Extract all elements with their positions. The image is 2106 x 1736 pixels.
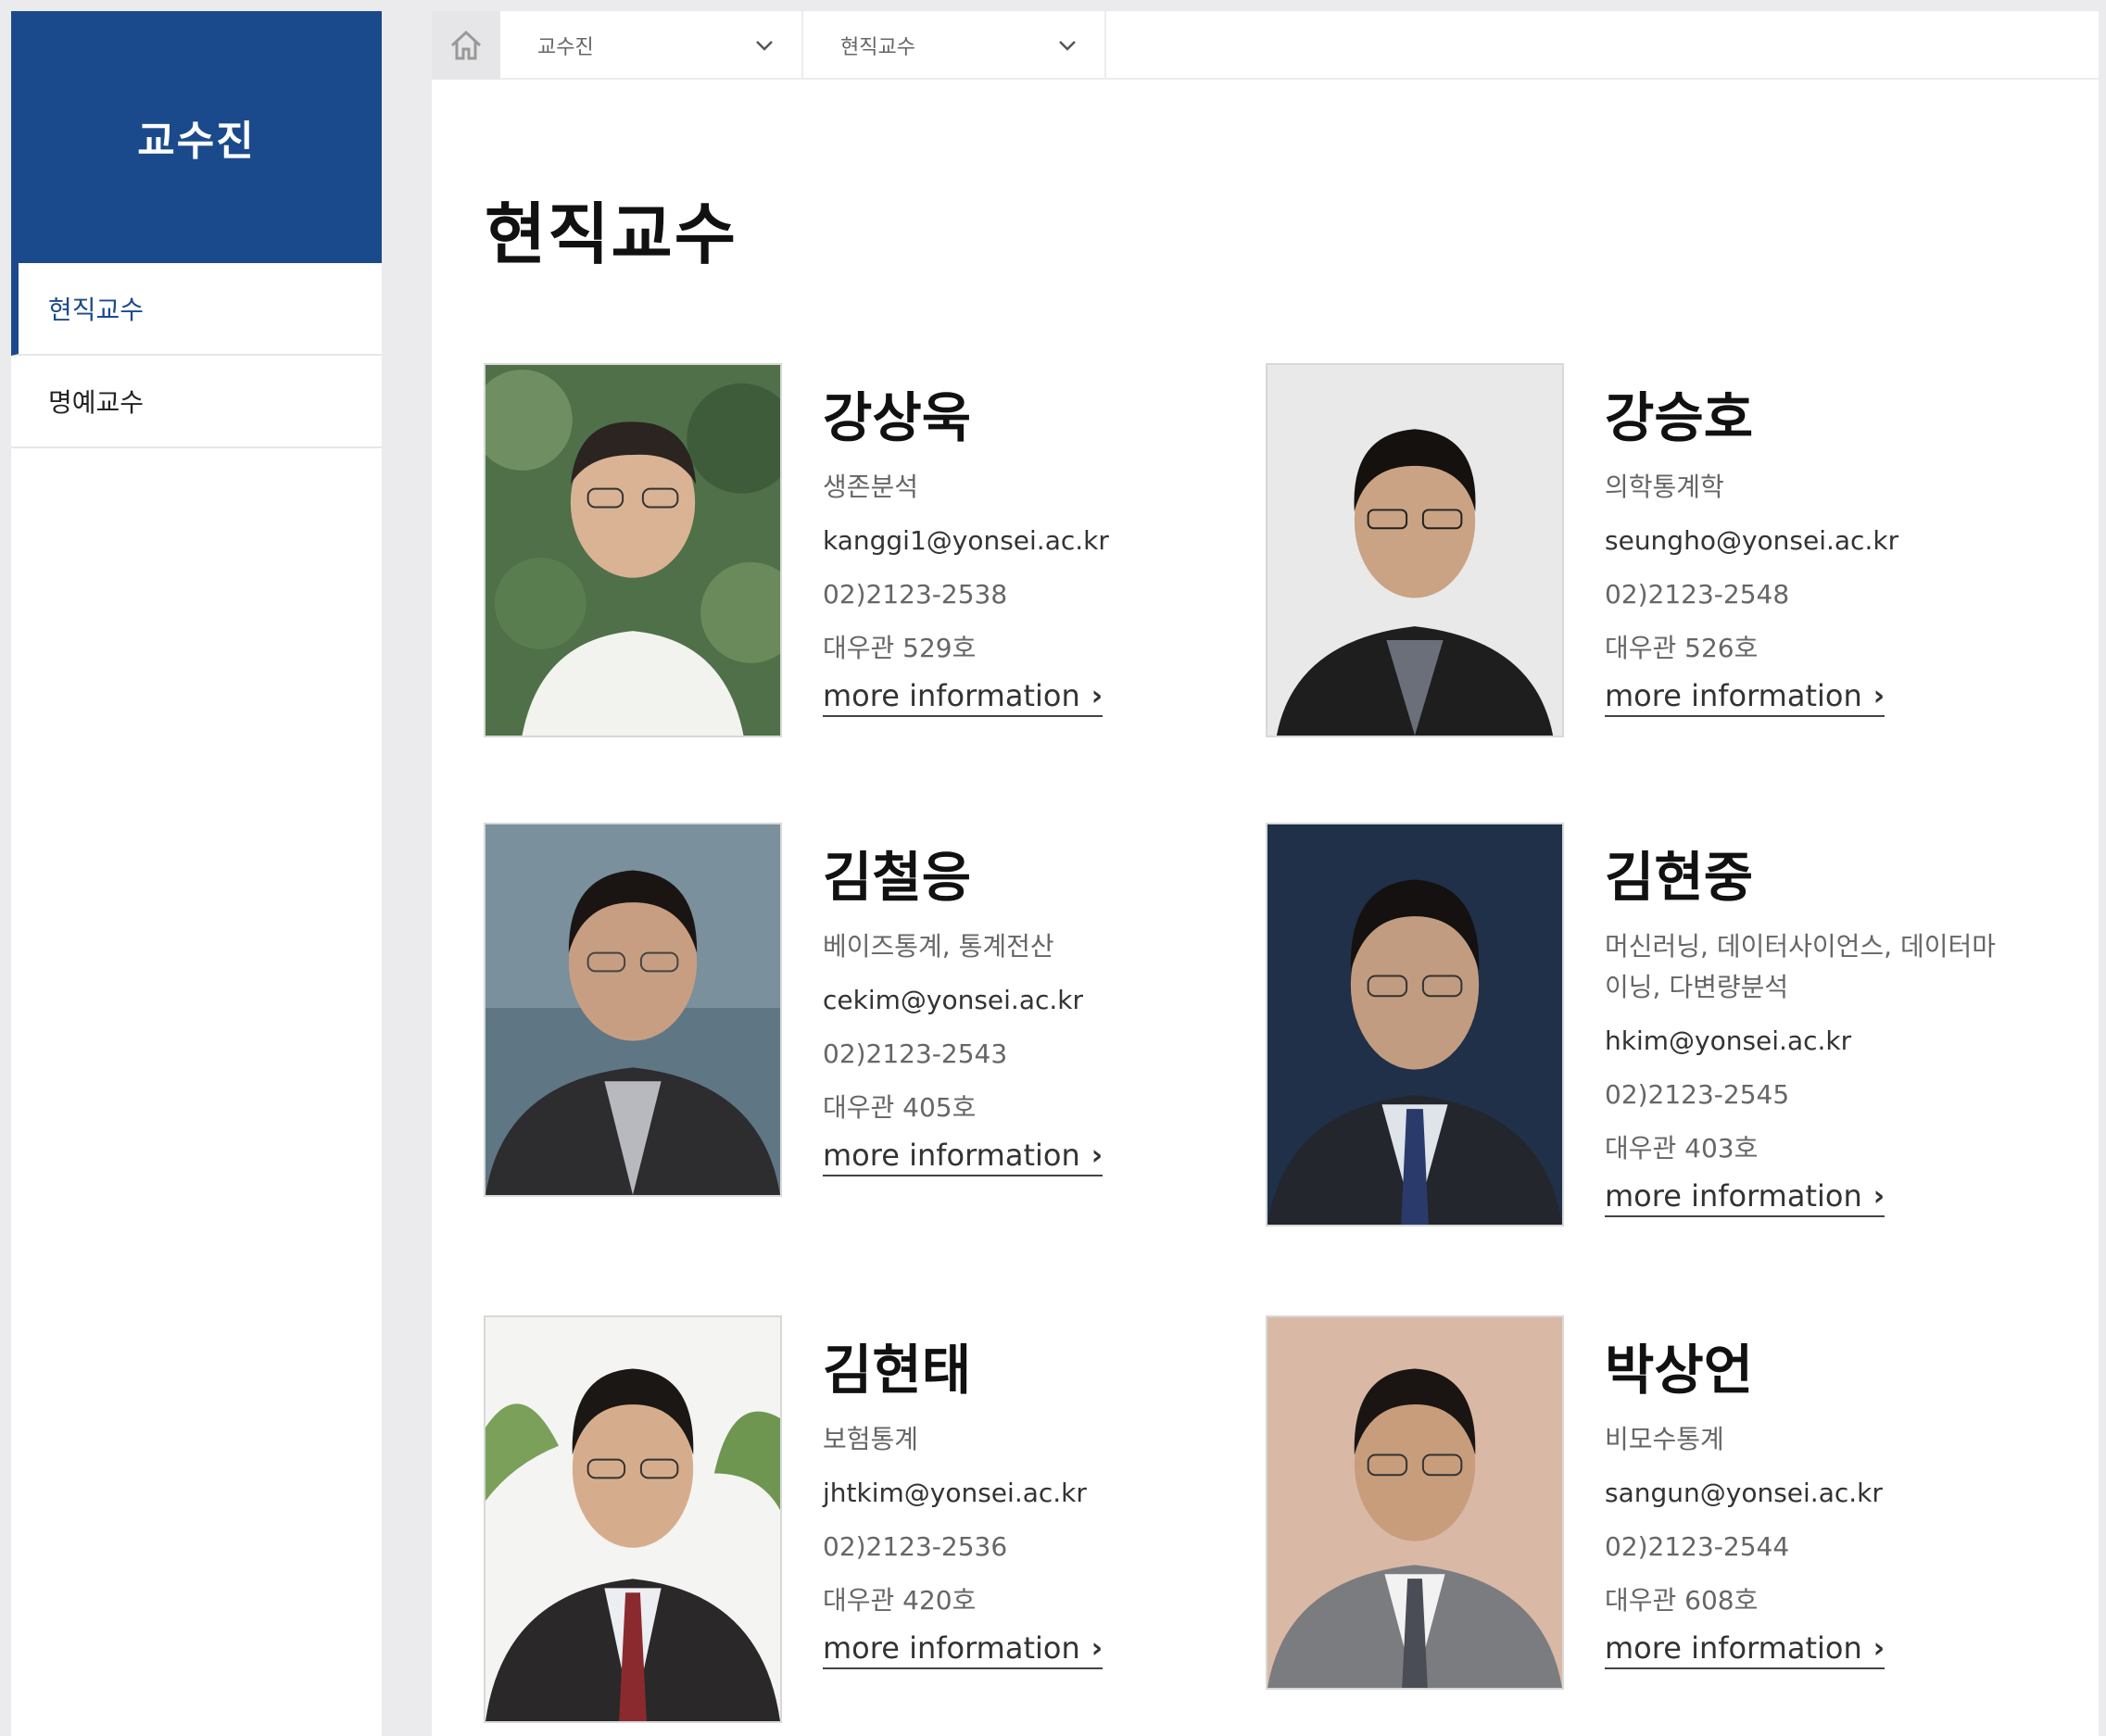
professor-field: 보험통계 xyxy=(823,1424,919,1454)
professor-photo xyxy=(484,363,782,737)
professor-phone: 02)2123-2538 xyxy=(823,579,1008,610)
professor-office: 대우관 608호 xyxy=(1605,1585,1759,1616)
professor-phone: 02)2123-2545 xyxy=(1605,1079,1790,1110)
chevron-right-icon: › xyxy=(1091,679,1103,712)
professor-field: 베이즈통계, 통계전산 xyxy=(823,931,1054,962)
professor-office: 대우관 405호 xyxy=(823,1092,977,1123)
more-information-label: more information xyxy=(1605,678,1862,713)
more-information-link[interactable]: more information › xyxy=(823,1630,1103,1669)
professor-field: 생존분석 xyxy=(823,472,919,502)
professor-name: 김현태 xyxy=(823,1339,972,1402)
professor-info: 강승호 의학통계학 seungho@yonsei.ac.kr 02)2123-2… xyxy=(1605,363,2012,717)
professor-name: 김철응 xyxy=(823,846,972,909)
professor-photo xyxy=(1266,823,1564,1227)
professor-photo xyxy=(484,823,782,1197)
sidebar-item-emeritus-faculty[interactable]: 명예교수 xyxy=(11,356,382,448)
sidebar-title: 교수진 xyxy=(11,11,382,263)
more-information-link[interactable]: more information › xyxy=(1605,1630,1885,1669)
professor-info: 강상욱 생존분석 kanggi1@yonsei.ac.kr 02)2123-25… xyxy=(823,363,1230,717)
chevron-right-icon: › xyxy=(1873,1631,1885,1665)
professor-phone: 02)2123-2536 xyxy=(823,1531,1008,1562)
sidebar-item-current-faculty[interactable]: 현직교수 xyxy=(11,263,382,356)
professor-info: 김철응 베이즈통계, 통계전산 cekim@yonsei.ac.kr 02)21… xyxy=(823,823,1230,1176)
professor-email[interactable]: jhtkim@yonsei.ac.kr xyxy=(823,1473,1230,1514)
chevron-right-icon: › xyxy=(1873,1179,1885,1213)
professor-field: 의학통계학 xyxy=(1605,472,1724,502)
more-information-label: more information xyxy=(823,678,1080,713)
more-information-label: more information xyxy=(1605,1178,1862,1214)
more-information-link[interactable]: more information › xyxy=(823,678,1103,717)
professor-email[interactable]: sangun@yonsei.ac.kr xyxy=(1605,1473,2012,1514)
professor-photo xyxy=(484,1315,782,1723)
professor-info: 박상언 비모수통계 sangun@yonsei.ac.kr 02)2123-25… xyxy=(1605,1315,2012,1669)
professor-email[interactable]: hkim@yonsei.ac.kr xyxy=(1605,1021,2012,1062)
sidebar: 교수진 현직교수 명예교수 xyxy=(11,11,382,1736)
professor-phone: 02)2123-2548 xyxy=(1605,579,1790,610)
professor-photo xyxy=(1266,1315,1564,1690)
professor-name: 박상언 xyxy=(1605,1339,1754,1402)
chevron-right-icon: › xyxy=(1091,1631,1103,1665)
professor-office: 대우관 403호 xyxy=(1605,1133,1759,1164)
professor-photo xyxy=(1266,363,1564,737)
professor-grid: 강상욱 생존분석 kanggi1@yonsei.ac.kr 02)2123-25… xyxy=(432,11,2099,1736)
professor-field: 머신러닝, 데이터사이언스, 데이터마이닝, 다변량분석 xyxy=(1605,931,1997,1002)
professor-field: 비모수통계 xyxy=(1605,1424,1724,1454)
more-information-link[interactable]: more information › xyxy=(1605,1178,1885,1217)
professor-office: 대우관 529호 xyxy=(823,633,977,663)
more-information-label: more information xyxy=(1605,1630,1862,1666)
professor-email[interactable]: cekim@yonsei.ac.kr xyxy=(823,980,1230,1021)
more-information-link[interactable]: more information › xyxy=(1605,678,1885,717)
professor-name: 김현중 xyxy=(1605,846,1754,909)
professor-info: 김현태 보험통계 jhtkim@yonsei.ac.kr 02)2123-253… xyxy=(823,1315,1230,1669)
professor-email[interactable]: kanggi1@yonsei.ac.kr xyxy=(823,521,1230,561)
professor-name: 강승호 xyxy=(1605,386,1754,449)
chevron-right-icon: › xyxy=(1873,679,1885,712)
professor-phone: 02)2123-2543 xyxy=(823,1038,1008,1069)
professor-office: 대우관 420호 xyxy=(823,1585,977,1616)
main-content: 교수진 현직교수 현직교수 강상욱 생존분석 kanggi1@yonsei.ac… xyxy=(432,11,2099,1736)
professor-email[interactable]: seungho@yonsei.ac.kr xyxy=(1605,521,2012,561)
more-information-label: more information xyxy=(823,1138,1080,1173)
professor-info: 김현중 머신러닝, 데이터사이언스, 데이터마이닝, 다변량분석 hkim@yo… xyxy=(1605,823,2012,1217)
professor-phone: 02)2123-2544 xyxy=(1605,1531,1790,1562)
professor-office: 대우관 526호 xyxy=(1605,633,1759,663)
more-information-label: more information xyxy=(823,1630,1080,1666)
professor-name: 강상욱 xyxy=(823,386,972,449)
chevron-right-icon: › xyxy=(1091,1138,1103,1172)
more-information-link[interactable]: more information › xyxy=(823,1138,1103,1176)
